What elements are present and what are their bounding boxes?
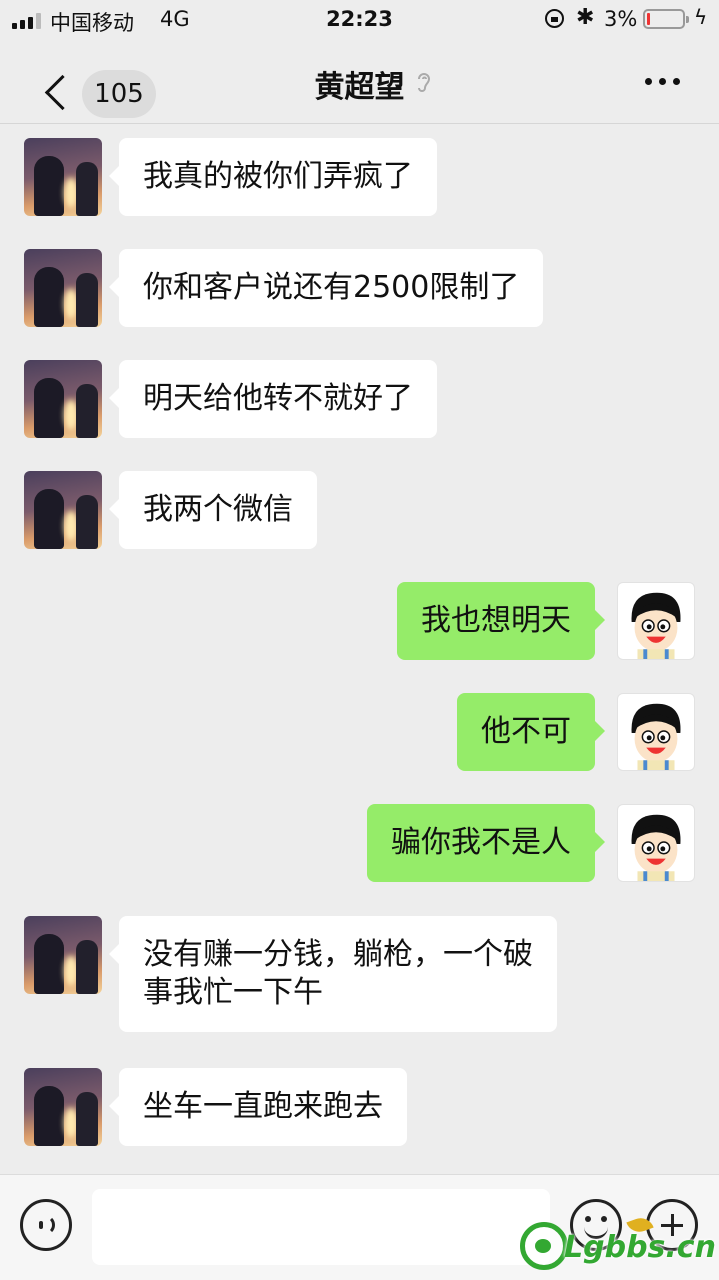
my-avatar[interactable] bbox=[617, 582, 695, 660]
message-row-incoming: 明天给他转不就好了 bbox=[0, 346, 719, 438]
voice-input-button[interactable] bbox=[20, 1199, 72, 1251]
site-watermark: Lgbbs.cn bbox=[520, 1214, 716, 1276]
status-bar: 中国移动 4G 22:23 ✱ 3% ϟ bbox=[0, 0, 719, 40]
message-bubble[interactable]: 明天给他转不就好了 bbox=[109, 360, 437, 438]
contact-avatar[interactable] bbox=[24, 249, 102, 327]
watermark-text: Lgbbs.cn bbox=[564, 1230, 716, 1265]
dot bbox=[673, 77, 680, 85]
my-avatar[interactable] bbox=[617, 804, 695, 882]
contact-avatar[interactable] bbox=[24, 360, 102, 438]
message-bubble[interactable]: 我两个微信 bbox=[109, 471, 317, 549]
message-bubble[interactable]: 我真的被你们弄疯了 bbox=[109, 138, 437, 216]
message-bubble[interactable]: 骗你我不是人 bbox=[367, 804, 605, 882]
contact-avatar[interactable] bbox=[24, 471, 102, 549]
message-list[interactable]: 我真的被你们弄疯了 你和客户说还有2500限制了 明天给他转不就好了 我两个微信… bbox=[0, 124, 719, 1174]
contact-avatar[interactable] bbox=[24, 138, 102, 216]
battery-percent: 3% bbox=[604, 7, 638, 31]
message-bubble[interactable]: 他不可 bbox=[457, 693, 605, 771]
more-options-button[interactable] bbox=[645, 66, 689, 96]
watermark-logo-icon bbox=[520, 1222, 568, 1270]
orientation-lock-icon bbox=[545, 9, 564, 28]
chat-header: 105 黄超望 bbox=[0, 40, 719, 124]
message-row-incoming: 你和客户说还有2500限制了 bbox=[0, 235, 719, 327]
message-input[interactable] bbox=[92, 1189, 550, 1265]
contact-avatar[interactable] bbox=[24, 916, 102, 994]
message-bubble[interactable]: 我也想明天 bbox=[397, 582, 605, 660]
my-avatar[interactable] bbox=[617, 693, 695, 771]
dot bbox=[645, 77, 652, 85]
message-row-incoming: 坐车一直跑来跑去 bbox=[0, 1054, 719, 1146]
bluetooth-icon: ✱ bbox=[576, 5, 595, 30]
charging-bolt-icon: ϟ bbox=[694, 5, 708, 29]
battery-icon bbox=[643, 9, 689, 29]
message-row-incoming: 我真的被你们弄疯了 bbox=[0, 124, 719, 216]
message-row-incoming: 我两个微信 bbox=[0, 457, 719, 549]
dot bbox=[659, 77, 666, 85]
message-row-incoming: 没有赚一分钱，躺枪，一个破 事我忙一下午 bbox=[0, 902, 719, 1032]
message-bubble[interactable]: 你和客户说还有2500限制了 bbox=[108, 249, 544, 327]
message-bubble[interactable]: 坐车一直跑来跑去 bbox=[109, 1068, 407, 1146]
message-bubble[interactable]: 没有赚一分钱，躺枪，一个破 事我忙一下午 bbox=[109, 916, 557, 1032]
ear-icon bbox=[418, 73, 431, 92]
contact-avatar[interactable] bbox=[24, 1068, 102, 1146]
chat-title: 黄超望 bbox=[314, 70, 405, 105]
